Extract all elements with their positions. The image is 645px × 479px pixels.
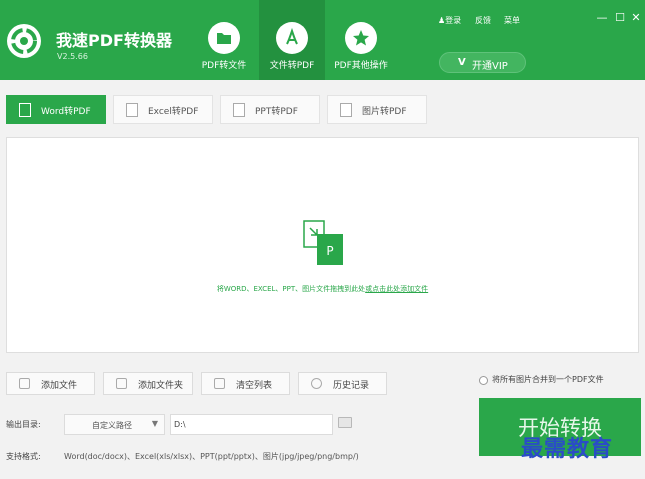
subtab-label: Word转PDF bbox=[41, 107, 91, 117]
folder-icon bbox=[208, 22, 240, 54]
formats-value: Word(doc/docx)、Excel(xls/xlsx)、PPT(ppt/p… bbox=[64, 452, 359, 461]
subtab-ppt-to-pdf[interactable]: PPT转PDF bbox=[220, 95, 320, 124]
history-icon bbox=[311, 378, 322, 389]
trash-icon bbox=[214, 378, 225, 389]
app-title: 我速PDF转换器 bbox=[56, 31, 172, 50]
menu-link[interactable]: 菜单 bbox=[504, 15, 520, 26]
app-version: V2.5.66 bbox=[57, 52, 88, 61]
tab-pdf-other[interactable]: PDF其他操作 bbox=[328, 0, 394, 80]
maximize-button[interactable]: ☐ bbox=[613, 11, 627, 24]
close-button[interactable]: ✕ bbox=[629, 11, 643, 24]
subtab-word-to-pdf[interactable]: Word转PDF bbox=[6, 95, 106, 124]
subtab-label: Excel转PDF bbox=[148, 107, 199, 117]
star-icon bbox=[345, 22, 377, 54]
merge-images-radio[interactable] bbox=[479, 376, 488, 385]
pdf-icon bbox=[276, 22, 308, 54]
drop-zone-hint: 将WORD、EXCEL、PPT、图片文件拖拽到此处或点击此处添加文件 bbox=[216, 285, 429, 293]
vip-label: 开通VIP bbox=[472, 61, 508, 72]
add-file-button[interactable]: 添加文件 bbox=[6, 372, 95, 395]
output-path-input[interactable] bbox=[170, 414, 333, 435]
subtab-label: PPT转PDF bbox=[255, 107, 298, 117]
ppt-file-icon bbox=[233, 103, 245, 117]
formats-label: 支持格式: bbox=[6, 452, 41, 461]
watermark: 最需教育 bbox=[521, 437, 614, 462]
browse-folder-icon[interactable] bbox=[338, 417, 352, 428]
clear-list-button[interactable]: 清空列表 bbox=[201, 372, 290, 395]
image-file-icon bbox=[340, 103, 352, 117]
login-link[interactable]: ♟登录 bbox=[438, 15, 461, 26]
file-drop-zone[interactable]: P 将WORD、EXCEL、PPT、图片文件拖拽到此处或点击此处添加文件 bbox=[6, 137, 639, 353]
path-mode-value: 自定义路径 bbox=[92, 421, 132, 430]
history-button[interactable]: 历史记录 bbox=[298, 372, 387, 395]
vip-icon: V bbox=[458, 57, 466, 68]
minimize-button[interactable]: — bbox=[595, 11, 609, 24]
tab-pdf-to-file[interactable]: PDF转文件 bbox=[191, 0, 257, 80]
tab-label: PDF其他操作 bbox=[334, 61, 388, 71]
add-file-link[interactable]: 或点击此处添加文件 bbox=[365, 285, 428, 293]
excel-file-icon bbox=[126, 103, 138, 117]
output-dir-label: 输出目录: bbox=[6, 420, 41, 429]
merge-images-label: 将所有图片合并到一个PDF文件 bbox=[492, 375, 604, 384]
chevron-down-icon: ▼ bbox=[151, 419, 158, 428]
vip-button[interactable]: V 开通VIP bbox=[439, 52, 526, 73]
convert-to-pdf-icon: P bbox=[303, 220, 345, 266]
path-mode-select[interactable]: 自定义路径 ▼ bbox=[64, 414, 165, 435]
subtab-label: 图片转PDF bbox=[362, 107, 407, 117]
feedback-link[interactable]: 反馈 bbox=[475, 15, 491, 26]
add-file-icon bbox=[19, 378, 30, 389]
word-file-icon bbox=[19, 103, 31, 117]
app-header: 我速PDF转换器 V2.5.66 PDF转文件 文件转PDF PDF其他操作 ♟… bbox=[0, 0, 645, 80]
subtab-excel-to-pdf[interactable]: Excel转PDF bbox=[113, 95, 213, 124]
tab-file-to-pdf[interactable]: 文件转PDF bbox=[259, 0, 325, 80]
add-folder-button[interactable]: 添加文件夹 bbox=[103, 372, 193, 395]
svg-text:P: P bbox=[326, 244, 333, 258]
app-logo bbox=[7, 24, 41, 58]
add-folder-icon bbox=[116, 378, 127, 389]
subtab-image-to-pdf[interactable]: 图片转PDF bbox=[327, 95, 427, 124]
tab-label: PDF转文件 bbox=[201, 61, 247, 71]
tab-label: 文件转PDF bbox=[269, 61, 315, 71]
